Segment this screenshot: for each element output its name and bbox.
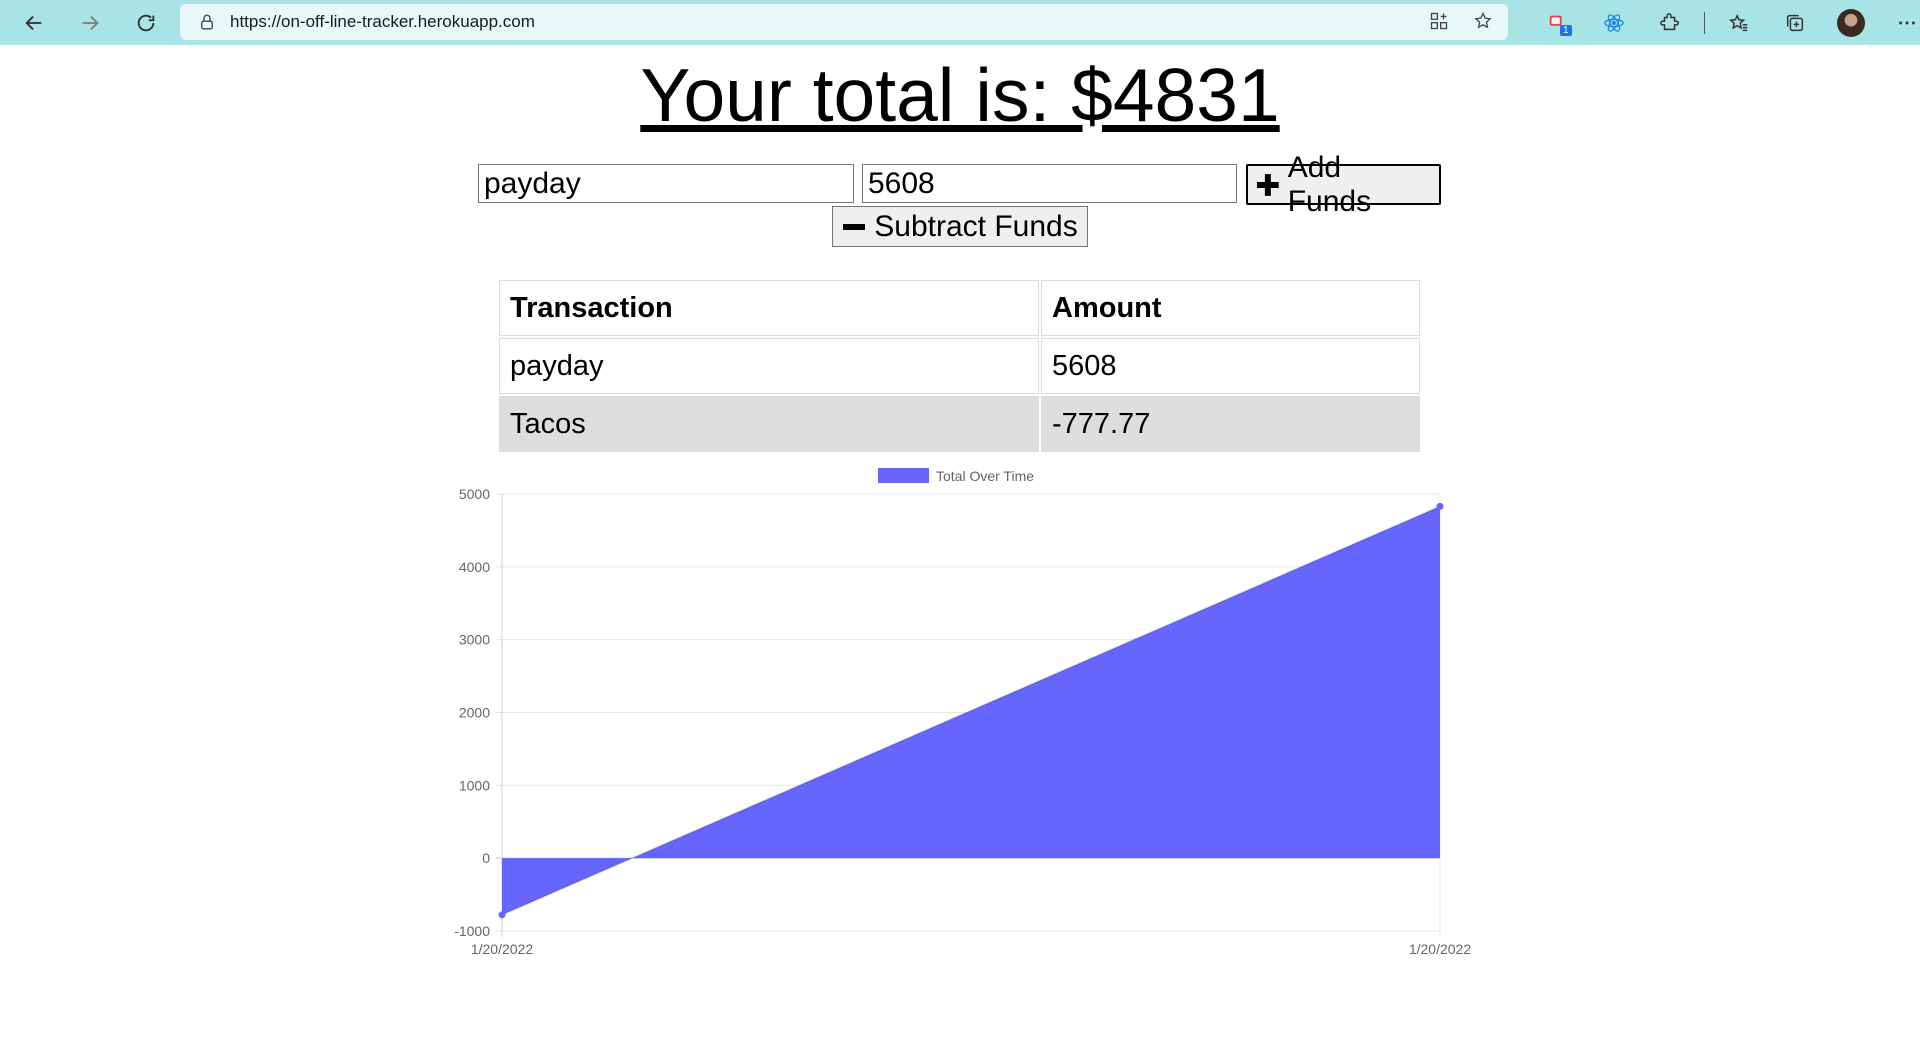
subtract-funds-label: Subtract Funds [874, 209, 1078, 243]
add-funds-button[interactable]: Add Funds [1246, 151, 1441, 218]
plus-icon [1256, 173, 1279, 196]
add-favorite-icon[interactable] [1472, 10, 1494, 32]
table-header-row: Transaction Amount [499, 280, 1420, 336]
column-header-transaction: Transaction [499, 280, 1039, 336]
app-available-icon[interactable] [1428, 10, 1450, 32]
avatar [1837, 8, 1865, 37]
total-over-time-chart: 5000 4000 3000 2000 1000 0 -1000 1/20/2022 1/20/… [454, 468, 1471, 957]
back-button[interactable] [12, 3, 56, 43]
settings-more-button[interactable] [1879, 3, 1920, 43]
y-tick-label: -1000 [454, 923, 490, 939]
legend-swatch [878, 468, 929, 483]
favorites-button[interactable] [1711, 3, 1767, 43]
forward-button[interactable] [68, 3, 112, 43]
data-point [1436, 502, 1444, 510]
transaction-name-cell: Tacos [499, 396, 1039, 452]
table-row: payday 5608 [499, 338, 1420, 394]
back-arrow-icon [25, 15, 42, 30]
column-header-amount: Amount [1041, 280, 1420, 336]
react-devtools-button[interactable] [1586, 3, 1642, 43]
y-tick-label: 2000 [459, 705, 490, 721]
refresh-button[interactable] [124, 3, 168, 43]
collections-icon [1786, 14, 1804, 31]
subtract-funds-button[interactable]: Subtract Funds [832, 206, 1088, 247]
table-row: Tacos -777.77 [499, 396, 1420, 452]
extensions-area: 1 [1530, 0, 1920, 45]
favorites-star-icon [1729, 13, 1748, 31]
transaction-amount-cell: 5608 [1041, 338, 1420, 394]
minus-icon [843, 223, 866, 230]
profile-button[interactable] [1823, 3, 1879, 43]
puzzle-icon [1660, 12, 1679, 30]
transactions-table: Transaction Amount payday 5608 Tacos -77… [497, 278, 1422, 454]
extension-badge-count: 1 [1560, 24, 1572, 36]
collections-button[interactable] [1767, 3, 1823, 43]
x-tick-label: 1/20/2022 [471, 941, 533, 957]
total-heading: Your total is: $4831 [640, 53, 1280, 137]
x-tick-label: 1/20/2022 [1409, 941, 1471, 957]
extension-badge-button[interactable]: 1 [1530, 3, 1586, 43]
transaction-name-cell: payday [499, 338, 1039, 394]
add-funds-label: Add Funds [1287, 150, 1372, 218]
extensions-button[interactable] [1642, 3, 1698, 43]
address-bar[interactable]: https://on-off-line-tracker.herokuapp.co… [180, 4, 1508, 40]
y-tick-label: 4000 [459, 559, 490, 575]
y-tick-label: 3000 [459, 632, 490, 648]
legend-label: Total Over Time [936, 468, 1034, 484]
transaction-amount-input[interactable] [862, 164, 1237, 203]
url-text[interactable]: https://on-off-line-tracker.herokuapp.co… [230, 12, 535, 32]
lock-icon [201, 14, 213, 30]
toolbar-divider [1704, 11, 1705, 34]
more-dots-icon [1899, 21, 1915, 24]
y-tick-label: 1000 [459, 777, 490, 793]
forward-arrow-icon [82, 15, 99, 30]
data-point [498, 911, 506, 919]
react-atom-icon [1604, 13, 1624, 32]
y-tick-label: 0 [482, 850, 490, 866]
refresh-icon [137, 14, 155, 31]
transaction-name-input[interactable] [478, 164, 854, 203]
transaction-amount-cell: -777.77 [1041, 396, 1420, 452]
y-tick-label: 5000 [459, 486, 490, 502]
